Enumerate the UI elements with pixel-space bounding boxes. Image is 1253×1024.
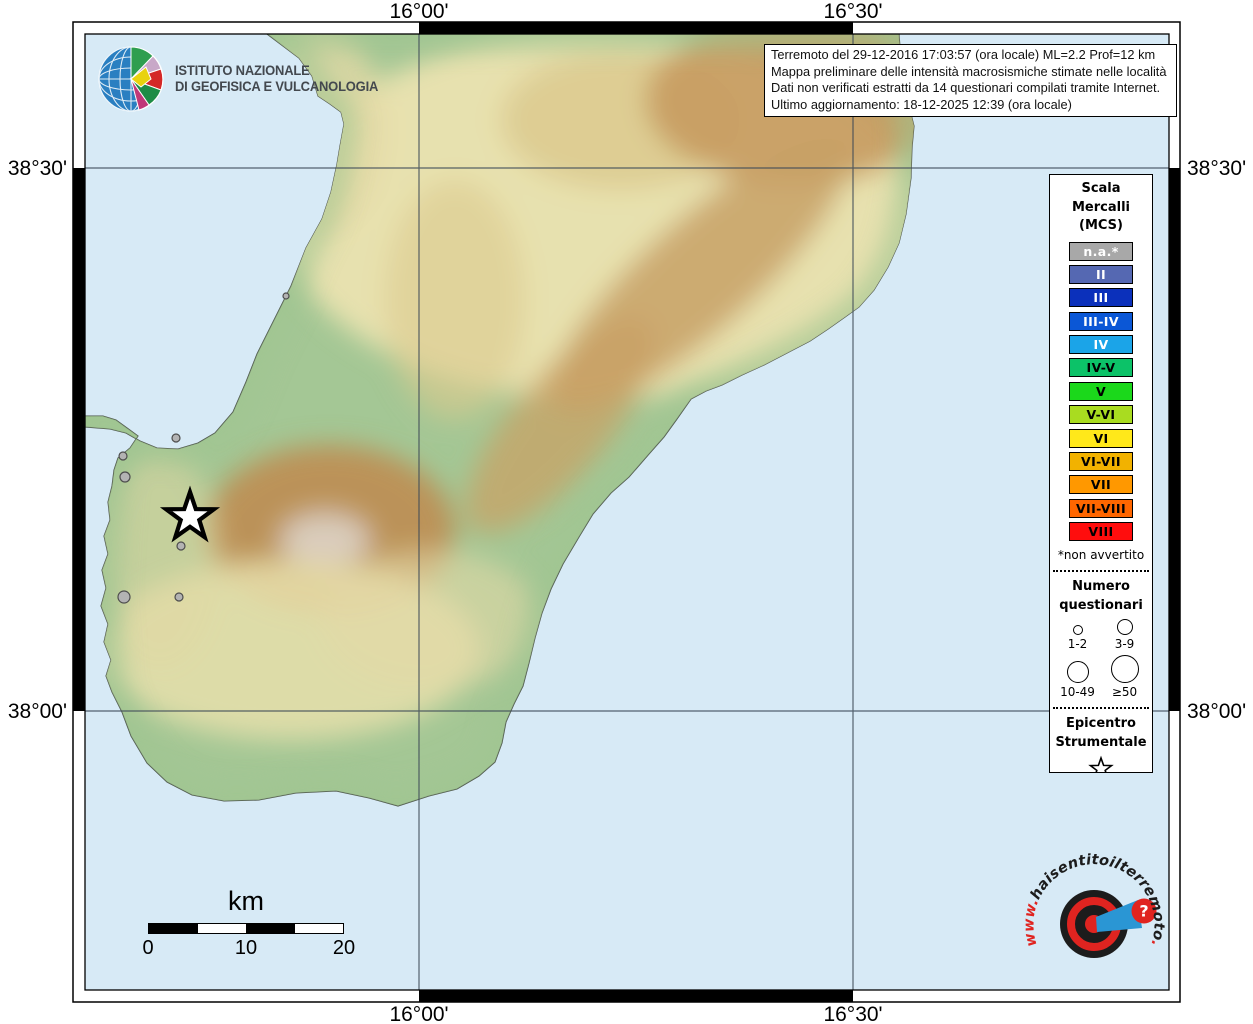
q-label-10-49: 10-49 <box>1060 685 1095 700</box>
axis-bottom-16-00: 16°00' <box>389 1003 449 1024</box>
frame-tick-top <box>419 22 853 34</box>
q-title-line2: questionari <box>1059 597 1143 613</box>
scale-bar: km 0 10 20 <box>142 886 355 961</box>
legend-title-line1: Scala <box>1081 181 1121 196</box>
legend-swatch-iii: III <box>1069 288 1133 308</box>
epi-title-line1: Epicentro <box>1066 716 1136 732</box>
event-info-box: Terremoto del 29-12-2016 17:03:57 (ora l… <box>764 44 1177 118</box>
legend-swatch-v: V <box>1069 381 1133 401</box>
legend-swatch-vii-viii: VII-VIII <box>1069 498 1133 518</box>
legend-separator-2 <box>1053 707 1149 710</box>
q-size-1-2: 1-2 <box>1055 625 1101 651</box>
ingv-wordmark: ISTITUTO NAZIONALE DI GEOFISICA E VULCAN… <box>175 63 378 95</box>
axis-top-16-00: 16°00' <box>389 0 449 23</box>
ingv-logo: ISTITUTO NAZIONALE DI GEOFISICA E VULCAN… <box>97 45 387 113</box>
scale-tick-0: 0 <box>142 937 154 959</box>
legend-title: Scala Mercalli (MCS) <box>1050 180 1152 236</box>
legend-swatch-iv-v: IV-V <box>1069 358 1133 378</box>
q-size-3-9: 3-9 <box>1102 619 1148 651</box>
axis-left-38-00: 38°00' <box>7 700 67 723</box>
legend-footnote: *non avvertito <box>1057 548 1145 563</box>
macroseismic-map-page: 16°00' 16°30' 16°00' 16°30' 38°30' 38°00… <box>0 0 1253 1024</box>
ingv-globe-icon <box>98 46 164 112</box>
axis-right-38-30: 38°30' <box>1187 157 1247 180</box>
q-size-50plus: ≥50 <box>1102 655 1148 699</box>
legend-separator-1 <box>1053 570 1149 573</box>
legend-swatch-vi-vii: VI-VII <box>1069 452 1133 472</box>
info-line-updated: Ultimo aggiornamento: 18-12-2025 12:39 (… <box>771 96 1072 112</box>
scale-bar-ticks: 0 10 20 <box>142 937 355 961</box>
scale-seg-3 <box>246 924 295 933</box>
axis-right-38-00: 38°00' <box>1187 700 1247 723</box>
ingv-line2: DI GEOFISICA E VULCANOLOGIA <box>175 79 379 94</box>
frame-tick-left <box>73 168 85 711</box>
scale-seg-1 <box>149 924 198 933</box>
legend-swatch-v-vi: V-VI <box>1069 405 1133 425</box>
epicenter-title: Epicentro Strumentale <box>1050 715 1152 752</box>
info-line-questionnaires: Dati non verificati estratti da 14 quest… <box>771 80 1161 96</box>
locality-dot <box>117 590 131 604</box>
axis-left-38-30: 38°30' <box>7 157 67 180</box>
q-circle-10-49-icon <box>1066 661 1089 684</box>
legend-panel: Scala Mercalli (MCS) n.a.* II III III-IV IV I… <box>1049 174 1153 773</box>
q-label-3-9: 3-9 <box>1114 637 1135 652</box>
scale-tick-20: 20 <box>332 937 356 959</box>
legend-swatch-vii: VII <box>1069 475 1133 495</box>
q-circle-3-9-icon <box>1116 619 1133 636</box>
locality-dot <box>118 451 128 461</box>
info-line-event: Terremoto del 29-12-2016 17:03:57 (ora l… <box>771 47 1156 62</box>
scale-bar-title: km <box>228 886 264 916</box>
questionnaire-size-row-1: 1-2 3-9 <box>1050 619 1152 651</box>
legend-swatch-viii: VIII <box>1069 522 1133 542</box>
frame-tick-bottom <box>419 990 853 1002</box>
locality-dot <box>171 433 181 443</box>
scale-seg-4 <box>294 924 343 933</box>
info-line-map-desc: Mappa preliminare delle intensità macros… <box>771 63 1167 79</box>
legend-swatch-vi: VI <box>1069 428 1133 448</box>
legend-title-line3: (MCS) <box>1079 218 1123 233</box>
scale-tick-10: 10 <box>234 937 258 959</box>
watermark-www: www. <box>1021 896 1042 948</box>
epi-title-line2: Strumentale <box>1055 734 1147 750</box>
frame-tick-right <box>1168 168 1180 711</box>
haisentitoilterremoto-logo: ? www.haisentitoilterremoto.it <box>1021 852 1167 958</box>
ingv-line1: ISTITUTO NAZIONALE <box>175 63 310 78</box>
locality-dot <box>119 471 131 483</box>
scale-bar-segments <box>148 923 344 934</box>
q-circle-1-2-icon <box>1072 625 1083 636</box>
epicenter-star-icon <box>1088 755 1114 772</box>
axis-top-16-30: 16°30' <box>823 0 883 23</box>
q-label-1-2: 1-2 <box>1067 637 1088 652</box>
legend-swatch-iv: IV <box>1069 335 1133 355</box>
legend-scale-items: n.a.* II III III-IV IV IV-V V V-VI VI VI-VII VII VI… <box>1050 241 1152 542</box>
locality-dot <box>174 592 184 602</box>
legend-swatch-n-a-: n.a.* <box>1069 241 1133 261</box>
q-title-line1: Numero <box>1072 579 1130 595</box>
questionnaire-size-row-2: 10-49 ≥50 <box>1050 655 1152 699</box>
axis-bottom-16-30: 16°30' <box>823 1003 883 1024</box>
legend-swatch-ii: II <box>1069 264 1133 284</box>
scale-seg-2 <box>197 924 246 933</box>
locality-dot <box>282 292 290 300</box>
q-size-10-49: 10-49 <box>1055 661 1101 699</box>
locality-dot <box>176 541 186 551</box>
questionnaires-title: Numero questionari <box>1050 578 1152 615</box>
q-circle-50plus-icon <box>1110 655 1139 684</box>
q-label-50plus: ≥50 <box>1111 685 1138 700</box>
legend-swatch-iii-iv: III-IV <box>1069 311 1133 331</box>
legend-title-line2: Mercalli <box>1071 199 1130 215</box>
